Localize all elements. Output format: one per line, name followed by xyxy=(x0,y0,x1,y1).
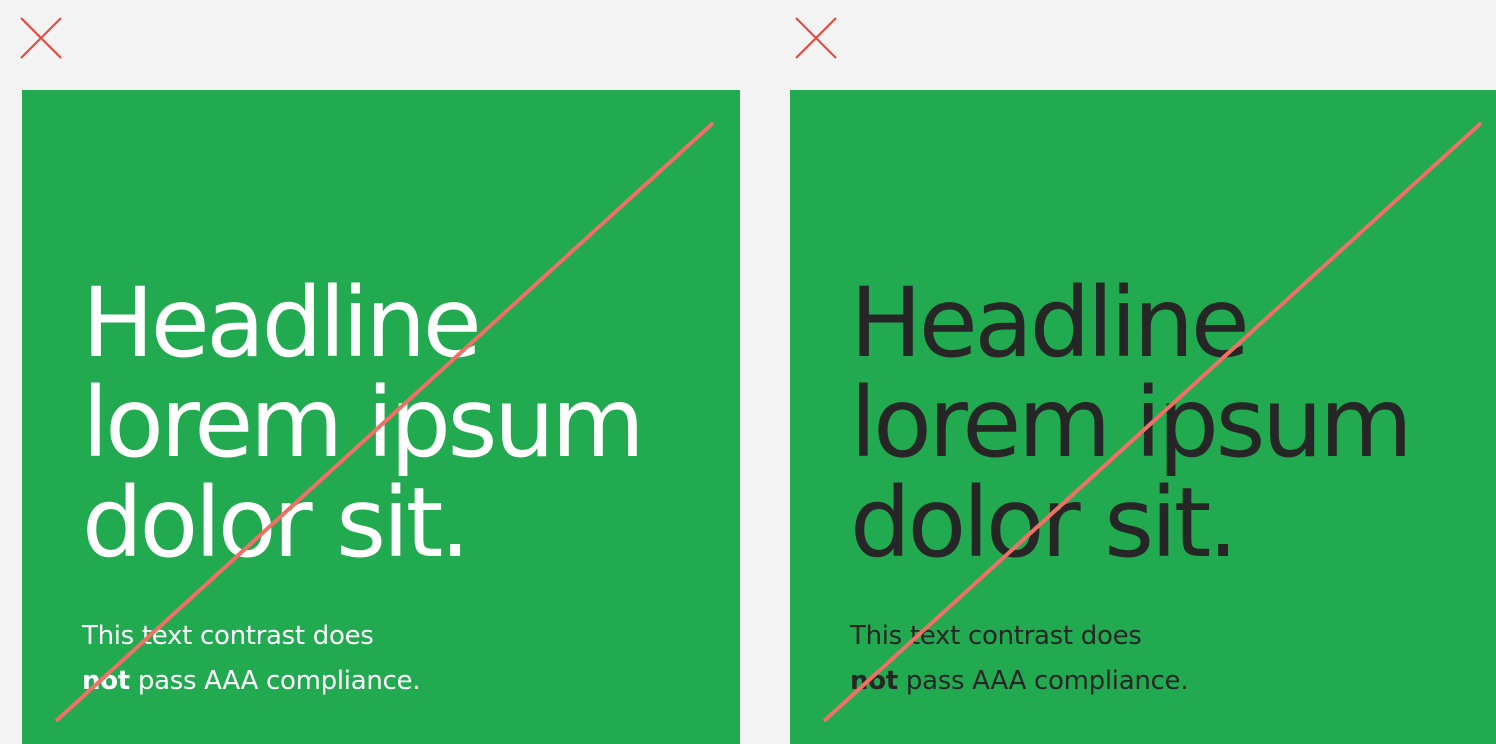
sample-body-text: This text contrast does not pass AAA com… xyxy=(82,614,420,704)
body-line-rest: pass AAA compliance. xyxy=(129,666,421,696)
body-line: This text contrast does xyxy=(82,621,374,651)
headline-line: Headline xyxy=(82,267,482,379)
example-white-text: Headline lorem ipsum dolor sit. This tex… xyxy=(0,0,760,744)
sample-body-text: This text contrast does not pass AAA com… xyxy=(850,614,1188,704)
sample-card: Headline lorem ipsum dolor sit. This tex… xyxy=(790,90,1496,744)
body-line: not pass AAA compliance. xyxy=(82,659,420,704)
body-line: not pass AAA compliance. xyxy=(850,659,1188,704)
example-dark-text: Headline lorem ipsum dolor sit. This tex… xyxy=(768,0,1496,744)
headline-line: lorem ipsum xyxy=(850,367,1413,479)
body-emphasis: not xyxy=(850,666,898,696)
body-line: This text contrast does xyxy=(850,621,1142,651)
headline-line: Headline xyxy=(850,267,1250,379)
sample-headline: Headline lorem ipsum dolor sit. xyxy=(82,267,645,579)
headline-line: dolor sit. xyxy=(850,467,1238,579)
sample-headline: Headline lorem ipsum dolor sit. xyxy=(850,267,1413,579)
body-emphasis: not xyxy=(82,666,130,696)
body-line-rest: pass AAA compliance. xyxy=(897,666,1189,696)
cross-icon xyxy=(795,17,837,59)
cross-icon xyxy=(20,17,62,59)
sample-card: Headline lorem ipsum dolor sit. This tex… xyxy=(22,90,740,744)
headline-line: lorem ipsum xyxy=(82,367,645,479)
headline-line: dolor sit. xyxy=(82,467,470,579)
